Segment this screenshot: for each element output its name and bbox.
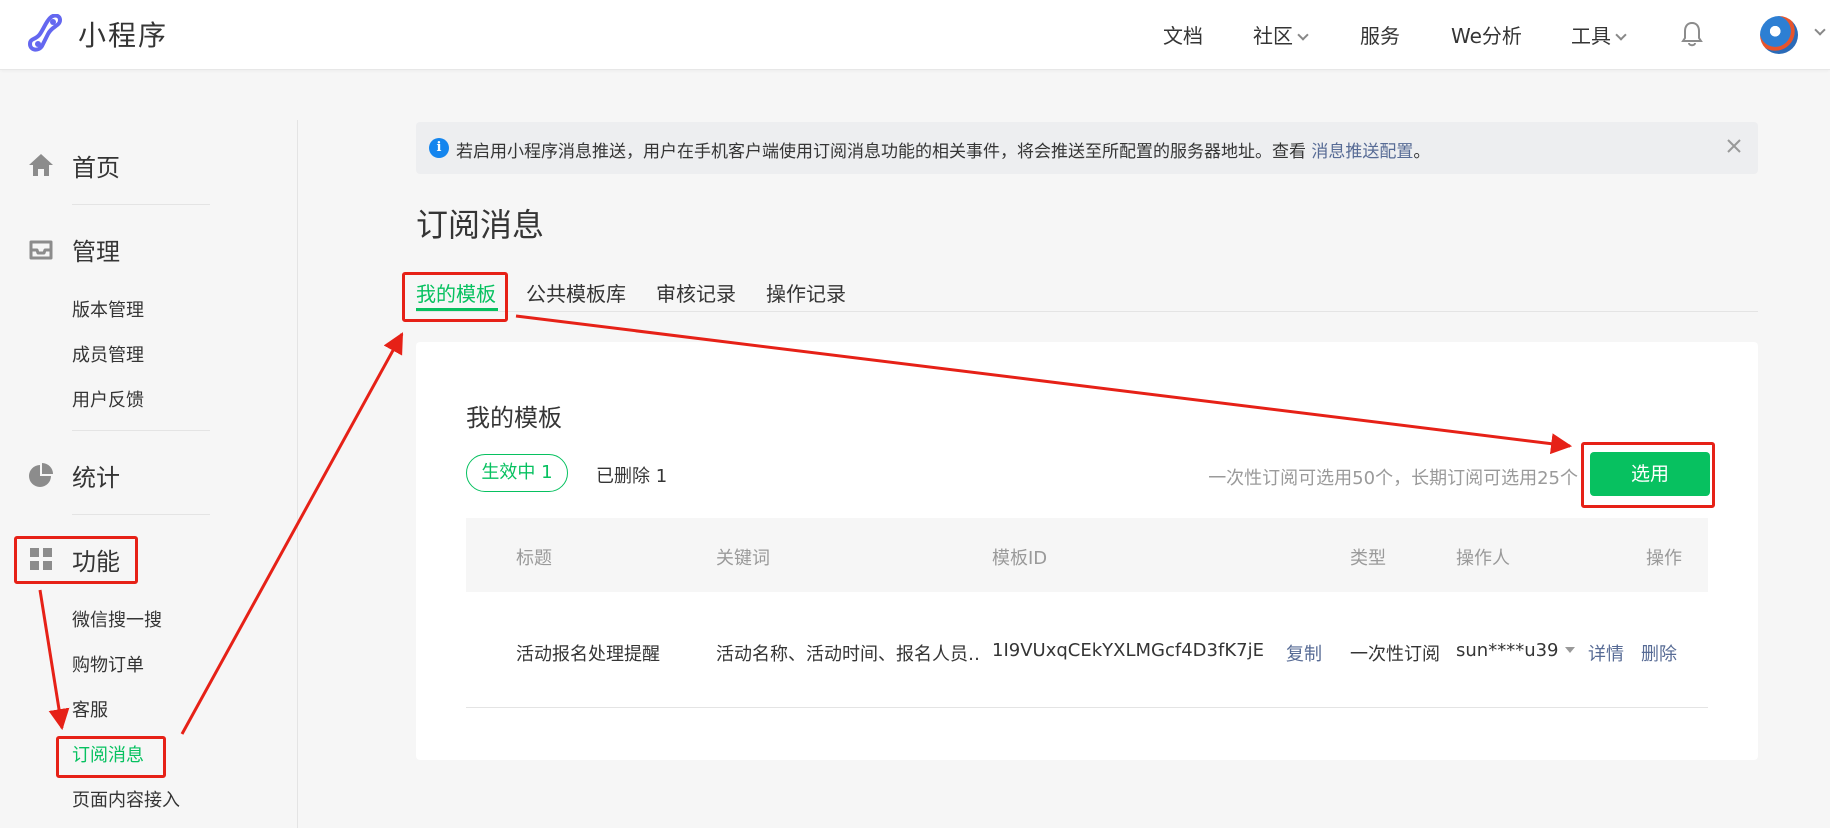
table-row: 活动报名处理提醒 活动名称、活动时间、报名人员… 1I9VUxqCEkYXLMG… — [466, 592, 1708, 708]
sidebar-item-label: 管理 — [72, 238, 120, 266]
detail-link[interactable]: 详情 — [1588, 640, 1624, 666]
sidebar-item-wechat-search[interactable]: 微信搜一搜 — [72, 606, 162, 632]
sidebar-item-label: 首页 — [72, 154, 120, 182]
annotation-box-select-button — [1581, 442, 1715, 508]
sidebar-item-member-management[interactable]: 成员管理 — [72, 341, 144, 367]
column-header-template-id: 模板ID — [992, 548, 1048, 569]
tab-operation-records[interactable]: 操作记录 — [766, 278, 846, 307]
column-header-title: 标题 — [516, 548, 552, 569]
nav-community[interactable]: 社区 — [1253, 20, 1309, 49]
notice-message: 若启用小程序消息推送，用户在手机客户端使用订阅消息功能的相关事件，将会推送至所配… — [456, 142, 1312, 162]
column-header-keywords: 关键词 — [716, 548, 770, 569]
brand-title[interactable]: 小程序 — [78, 14, 168, 54]
inbox-icon — [29, 240, 53, 260]
card-title: 我的模板 — [466, 404, 562, 432]
home-icon — [29, 154, 53, 176]
nav-community-label: 社区 — [1253, 24, 1293, 48]
avatar[interactable] — [1760, 16, 1798, 54]
nav-we-analysis[interactable]: We分析 — [1451, 20, 1522, 49]
annotation-box-subscription-messages — [56, 736, 166, 778]
limit-note: 一次性订阅可选用50个，长期订阅可选用25个 — [1208, 468, 1578, 489]
chevron-down-icon — [1297, 29, 1309, 41]
top-bar: 小程序 文档 社区 服务 We分析 工具 — [0, 0, 1830, 70]
row-template-id: 1I9VUxqCEkYXLMGcf4D3fK7jE… — [992, 640, 1266, 661]
caret-down-icon — [1564, 647, 1575, 653]
column-header-type: 类型 — [1350, 548, 1386, 569]
chevron-down-icon — [1615, 29, 1627, 41]
annotation-box-tab — [402, 272, 508, 322]
info-icon: i — [429, 138, 449, 158]
tab-bar: 我的模板 公共模板库 审核记录 操作记录 — [416, 274, 1758, 312]
row-title: 活动报名处理提醒 — [516, 644, 660, 665]
miniprogram-logo-icon[interactable] — [26, 14, 66, 52]
filter-active[interactable]: 生效中 1 — [466, 454, 568, 492]
notice-banner: i 若启用小程序消息推送，用户在手机客户端使用订阅消息功能的相关事件，将会推送至… — [416, 122, 1758, 174]
sidebar-item-label: 统计 — [72, 464, 120, 492]
template-card: 我的模板 生效中 1 已删除 1 一次性订阅可选用50个，长期订阅可选用25个 … — [416, 342, 1758, 760]
sidebar-item-page-content-access[interactable]: 页面内容接入 — [72, 786, 180, 812]
notice-text: 若启用小程序消息推送，用户在手机客户端使用订阅消息功能的相关事件，将会推送至所配… — [456, 137, 1430, 162]
sidebar-item-customer-service[interactable]: 客服 — [72, 696, 108, 722]
nav-tools-label: 工具 — [1571, 24, 1611, 48]
tab-public-template-library[interactable]: 公共模板库 — [526, 278, 626, 307]
bell-icon[interactable] — [1680, 20, 1704, 48]
nav-tools[interactable]: 工具 — [1571, 20, 1627, 49]
page-title: 订阅消息 — [416, 206, 545, 244]
row-keywords: 活动名称、活动时间、报名人员… — [716, 644, 981, 665]
pie-chart-icon — [29, 463, 53, 487]
close-icon[interactable] — [1722, 134, 1746, 158]
chevron-down-icon[interactable] — [1814, 24, 1826, 36]
sidebar-item-shopping-orders[interactable]: 购物订单 — [72, 651, 144, 677]
divider — [72, 204, 210, 205]
sidebar-item-user-feedback[interactable]: 用户反馈 — [72, 386, 144, 412]
filter-deleted[interactable]: 已删除 1 — [596, 462, 667, 488]
notice-suffix: 。 — [1413, 142, 1431, 162]
nav-docs[interactable]: 文档 — [1163, 20, 1203, 49]
row-operator[interactable]: sun****u39 — [1456, 640, 1575, 661]
divider — [72, 430, 210, 431]
copy-link[interactable]: 复制 — [1286, 640, 1322, 666]
delete-link[interactable]: 删除 — [1641, 640, 1677, 666]
table-header: 标题 关键词 模板ID 类型 操作人 操作 — [466, 518, 1708, 592]
operator-name: sun****u39 — [1456, 640, 1559, 661]
tab-review-records[interactable]: 审核记录 — [656, 278, 736, 307]
sidebar: 首页 管理 版本管理 成员管理 用户反馈 统计 功能 微信搜一搜 购物订单 客服… — [0, 120, 298, 828]
column-header-actions: 操作 — [1646, 548, 1682, 569]
annotation-box-features — [14, 536, 138, 584]
push-config-link[interactable]: 消息推送配置 — [1311, 142, 1413, 162]
sidebar-item-version-management[interactable]: 版本管理 — [72, 296, 144, 322]
nav-services[interactable]: 服务 — [1360, 20, 1400, 49]
column-header-operator: 操作人 — [1456, 548, 1510, 569]
divider — [72, 514, 210, 515]
row-type: 一次性订阅 — [1350, 644, 1440, 665]
